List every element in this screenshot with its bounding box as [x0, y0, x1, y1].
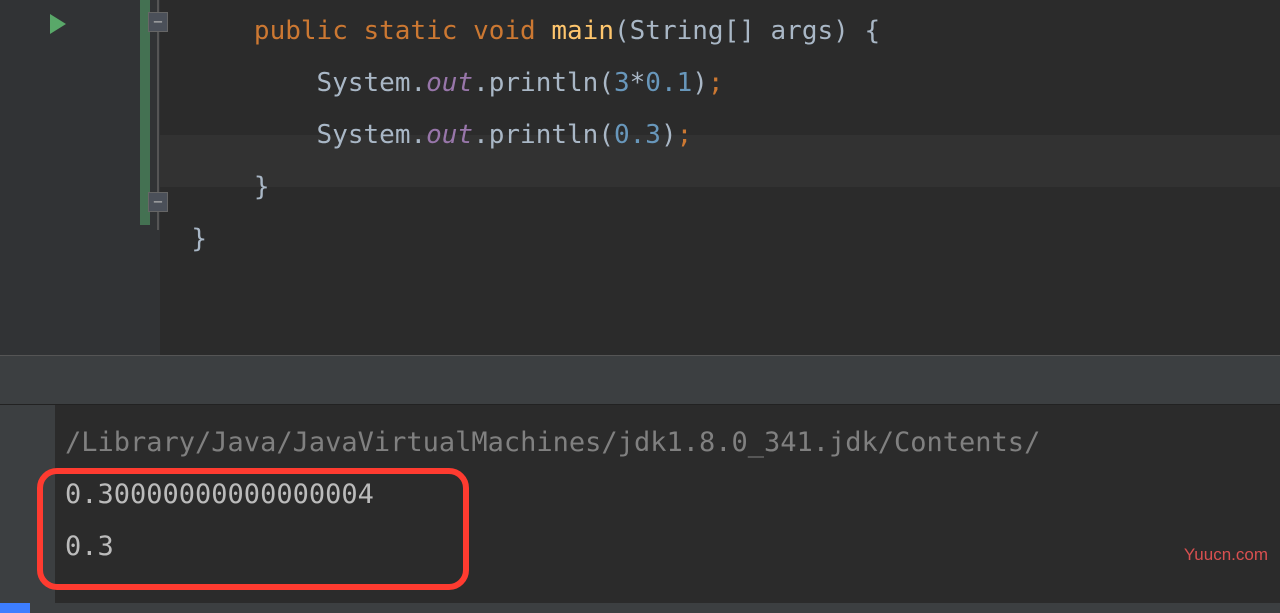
code-line-2: System.out.println(3*0.1); — [160, 57, 1280, 109]
code-editor-pane: − − public static void main(String[] arg… — [0, 0, 1280, 355]
code-text-area[interactable]: public static void main(String[] args) {… — [160, 0, 1280, 355]
panel-divider[interactable] — [0, 355, 1280, 405]
terminal-output[interactable]: /Library/Java/JavaVirtualMachines/jdk1.8… — [55, 405, 1280, 613]
editor-gutter: − − — [0, 0, 160, 355]
terminal-output-line-2: 0.3 — [65, 521, 1280, 573]
terminal-gutter — [0, 405, 55, 613]
run-icon[interactable] — [50, 14, 66, 34]
terminal-command-path: /Library/Java/JavaVirtualMachines/jdk1.8… — [65, 417, 1280, 469]
code-line-5: } — [160, 213, 1280, 265]
code-line-1: public static void main(String[] args) { — [160, 5, 1280, 57]
code-line-4: } — [160, 161, 1280, 213]
terminal-pane: /Library/Java/JavaVirtualMachines/jdk1.8… — [0, 405, 1280, 613]
status-indicator — [0, 603, 30, 613]
watermark-text: Yuucn.com — [1184, 545, 1268, 565]
terminal-output-line-1: 0.30000000000000004 — [65, 469, 1280, 521]
status-bar — [0, 603, 1280, 613]
code-line-3: System.out.println(0.3); — [160, 109, 1280, 161]
